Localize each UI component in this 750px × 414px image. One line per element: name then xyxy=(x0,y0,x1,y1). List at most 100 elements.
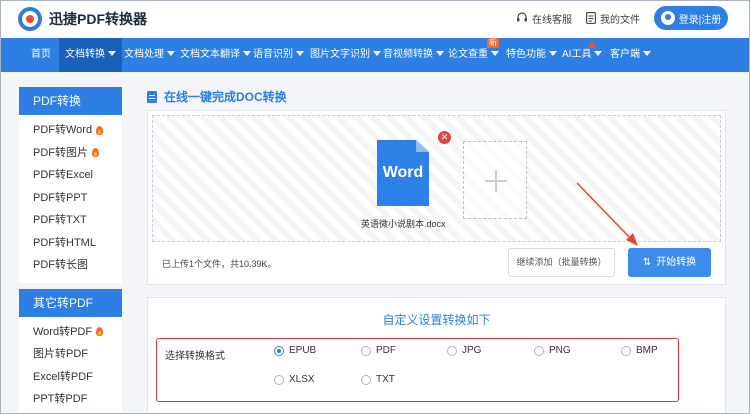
radio-icon xyxy=(621,345,631,356)
nav-client[interactable]: 客户端 xyxy=(610,38,651,72)
radio-icon xyxy=(361,374,371,385)
sidebar-item-pdf-to-image[interactable]: PDF转图片 xyxy=(19,142,122,165)
swap-icon: ⇅ xyxy=(642,257,652,268)
login-button[interactable]: 登录|注册 xyxy=(654,6,728,30)
nav-doc-process[interactable]: 文档处理 xyxy=(124,38,175,72)
nav-label: 文档转换 xyxy=(65,49,105,60)
sidebar-item-label: PDF转长图 xyxy=(33,259,88,271)
format-option-txt[interactable]: TXT xyxy=(361,374,395,385)
format-option-label: XLSX xyxy=(289,374,315,385)
chevron-down-icon xyxy=(167,51,175,56)
chevron-down-icon xyxy=(491,51,499,56)
format-option-jpg[interactable]: JPG xyxy=(447,345,481,356)
format-option-label: TXT xyxy=(376,374,395,385)
sidebar-item-label: PDF转Excel xyxy=(33,169,93,181)
settings-panel: 自定义设置转换如下 选择转换格式 EPUB PDF JPG PNG BMP XL… xyxy=(147,297,726,414)
upload-panel: Word 英语微小说剧本.docx ✕ 已上传1个文件，共10.39K。 继续添… xyxy=(147,110,726,285)
format-option-label: EPUB xyxy=(289,345,317,356)
hot-icon xyxy=(96,125,104,135)
file-icon xyxy=(586,12,596,24)
sidebar-group-pdf-convert[interactable]: PDF转换 xyxy=(19,87,122,115)
format-option-epub[interactable]: EPUB xyxy=(274,345,316,356)
remove-file-button[interactable]: ✕ xyxy=(438,131,451,144)
new-badge: 新 xyxy=(487,38,499,48)
plus-icon-stroke xyxy=(495,170,497,192)
sidebar-item-ppt-to-pdf[interactable]: PPT转PDF xyxy=(19,388,122,411)
nav-doc-convert[interactable]: 文档转换 xyxy=(59,38,122,72)
format-option-label: BMP xyxy=(636,345,658,356)
word-file-icon: Word xyxy=(377,140,429,206)
sidebar-item-pdf-to-word[interactable]: PDF转Word xyxy=(19,119,122,142)
format-label: 选择转换格式 xyxy=(165,351,225,362)
nav-label: 图片文字识别 xyxy=(310,49,370,60)
sidebar-item-label: 图片转PDF xyxy=(33,348,88,360)
nav-features[interactable]: 特色功能 xyxy=(506,38,557,72)
sidebar-item-label: PPT转PDF xyxy=(33,393,88,405)
file-type-label: Word xyxy=(382,164,424,181)
chevron-down-icon xyxy=(594,51,603,56)
nav-label: 首页 xyxy=(31,49,51,60)
nav-label: AI工具 xyxy=(562,49,592,60)
sidebar-item-pdf-to-html[interactable]: PDF转HTML xyxy=(19,232,122,255)
format-option-pdf[interactable]: PDF xyxy=(361,345,396,356)
brand-logo[interactable]: 迅捷PDF转换器 xyxy=(18,7,147,31)
sidebar-item-label: PDF转PPT xyxy=(33,191,88,204)
logo-icon xyxy=(18,7,42,31)
add-file-button[interactable] xyxy=(463,141,527,219)
nav-media[interactable]: 音视频转换 xyxy=(383,38,444,72)
nav-speech[interactable]: 语音识别 xyxy=(253,38,304,72)
format-option-png[interactable]: PNG xyxy=(534,345,571,356)
document-icon xyxy=(147,90,157,103)
file-drop-zone[interactable]: Word 英语微小说剧本.docx ✕ xyxy=(152,115,721,242)
my-files-link[interactable]: 我的文件 xyxy=(586,11,640,26)
file-name: 英语微小说剧本.docx xyxy=(361,219,446,229)
sidebar-item-pdf-to-excel[interactable]: PDF转Excel xyxy=(19,164,122,187)
radio-icon xyxy=(361,345,371,356)
nav-label: 语音识别 xyxy=(253,49,293,60)
format-selector: 选择转换格式 EPUB PDF JPG PNG BMP XLSX TXT xyxy=(156,338,679,402)
chevron-down-icon xyxy=(243,51,251,56)
chevron-down-icon xyxy=(108,51,116,56)
nav-label: 特色功能 xyxy=(506,49,546,60)
main-nav: 首页 文档转换 文档处理 文档文本翻译 语音识别 图片文字识别 音视频转换 论文… xyxy=(0,38,750,72)
start-convert-button[interactable]: ⇅ 开始转换 xyxy=(628,248,711,277)
batch-add-button[interactable]: 继续添加（批量转换） xyxy=(508,248,615,277)
sidebar: PDF转换 PDF转Word PDF转图片 PDF转Excel PDF转PPT … xyxy=(19,87,122,414)
format-option-label: PDF xyxy=(376,345,396,356)
settings-title: 自定义设置转换如下 xyxy=(382,313,491,327)
page-title-text: 在线一键完成DOC转换 xyxy=(164,90,287,104)
user-icon xyxy=(660,11,675,25)
format-option-bmp[interactable]: BMP xyxy=(621,345,658,356)
sidebar-item-word-to-pdf[interactable]: Word转PDF xyxy=(19,321,122,344)
format-option-xlsx[interactable]: XLSX xyxy=(274,374,315,385)
chevron-down-icon xyxy=(436,51,444,56)
nav-label: 音视频转换 xyxy=(383,49,433,60)
sidebar-item-image-to-pdf[interactable]: 图片转PDF xyxy=(19,343,122,366)
sidebar-item-label: PDF转Word xyxy=(33,124,93,136)
sidebar-item-pdf-to-ppt[interactable]: PDF转PPT xyxy=(19,187,122,210)
hot-icon xyxy=(92,148,99,158)
nav-label: 客户端 xyxy=(610,49,640,60)
sidebar-item-pdf-to-long-image[interactable]: PDF转长图 xyxy=(19,254,122,277)
nav-label: 文档处理 xyxy=(124,49,164,60)
sidebar-item-pdf-to-txt[interactable]: PDF转TXT xyxy=(19,209,122,232)
sidebar-item-excel-to-pdf[interactable]: Excel转PDF xyxy=(19,366,122,389)
nav-ocr[interactable]: 图片文字识别 xyxy=(310,38,381,72)
chevron-down-icon xyxy=(296,51,304,56)
sidebar-item-label: Word转PDF xyxy=(33,325,93,338)
nav-translate[interactable]: 文档文本翻译 xyxy=(180,38,251,72)
nav-ai-tools[interactable]: AI工具 xyxy=(562,38,603,72)
brand-name: 迅捷PDF转换器 xyxy=(49,11,147,27)
headset-icon xyxy=(517,12,527,22)
page-title: 在线一键完成DOC转换 xyxy=(147,88,287,105)
support-link[interactable]: 在线客服 xyxy=(516,11,572,26)
chevron-down-icon xyxy=(643,51,651,56)
format-option-label: PNG xyxy=(549,345,571,356)
nav-home[interactable]: 首页 xyxy=(31,38,51,72)
login-label: 登录|注册 xyxy=(678,14,722,26)
my-files-label: 我的文件 xyxy=(600,14,640,26)
sidebar-group-to-pdf[interactable]: 其它转PDF xyxy=(19,288,122,317)
sidebar-item-label: PDF转HTML xyxy=(33,236,96,249)
upload-status: 已上传1个文件，共10.39K。 xyxy=(162,259,277,269)
radio-icon xyxy=(447,345,457,356)
